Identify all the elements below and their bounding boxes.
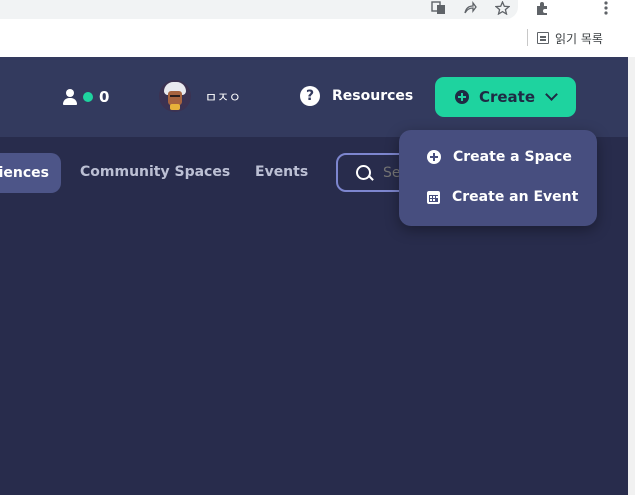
plus-circle-icon <box>454 90 469 104</box>
reading-list-label: 읽기 목록 <box>555 31 603 46</box>
online-indicator[interactable]: 0 <box>63 88 109 106</box>
reading-list-button[interactable]: 읽기 목록 <box>537 29 603 47</box>
menu-icon[interactable] <box>596 0 616 16</box>
tab-experiences[interactable]: iences <box>0 153 61 193</box>
tab-label: Community Spaces <box>80 164 231 180</box>
extensions-icon[interactable] <box>532 0 552 16</box>
menu-item-label: Create a Space <box>453 149 572 165</box>
browser-toolbar: 읽기 목록 <box>0 0 635 57</box>
user-name: ㅁㅈㅇ <box>205 90 241 106</box>
main-content <box>0 193 628 495</box>
tab-events[interactable]: Events <box>255 164 308 180</box>
create-label: Create <box>478 88 536 106</box>
avatar[interactable] <box>159 80 191 112</box>
plus-circle-icon <box>427 150 441 164</box>
search-icon <box>356 165 371 180</box>
person-icon <box>63 89 77 105</box>
resources-label: Resources <box>332 88 414 104</box>
tab-community-spaces[interactable]: Community Spaces <box>80 164 230 180</box>
chevron-down-icon <box>545 88 558 101</box>
create-button[interactable]: Create <box>435 77 576 117</box>
star-icon[interactable] <box>492 0 512 16</box>
resources-button[interactable]: ? Resources <box>300 86 413 106</box>
share-icon[interactable] <box>460 0 480 16</box>
bookmark-separator <box>527 29 528 46</box>
tab-label: iences <box>0 165 49 181</box>
online-status-dot <box>83 92 93 102</box>
reading-list-icon <box>537 32 549 44</box>
tab-label: Events <box>255 164 309 180</box>
user-profile[interactable]: ㅁㅈㅇ <box>159 80 241 112</box>
menu-item-create-space[interactable]: Create a Space <box>427 149 572 165</box>
page-scrollbar[interactable] <box>628 57 635 495</box>
question-circle-icon: ? <box>300 86 320 106</box>
online-count: 0 <box>99 88 110 106</box>
translate-icon[interactable] <box>428 0 448 16</box>
